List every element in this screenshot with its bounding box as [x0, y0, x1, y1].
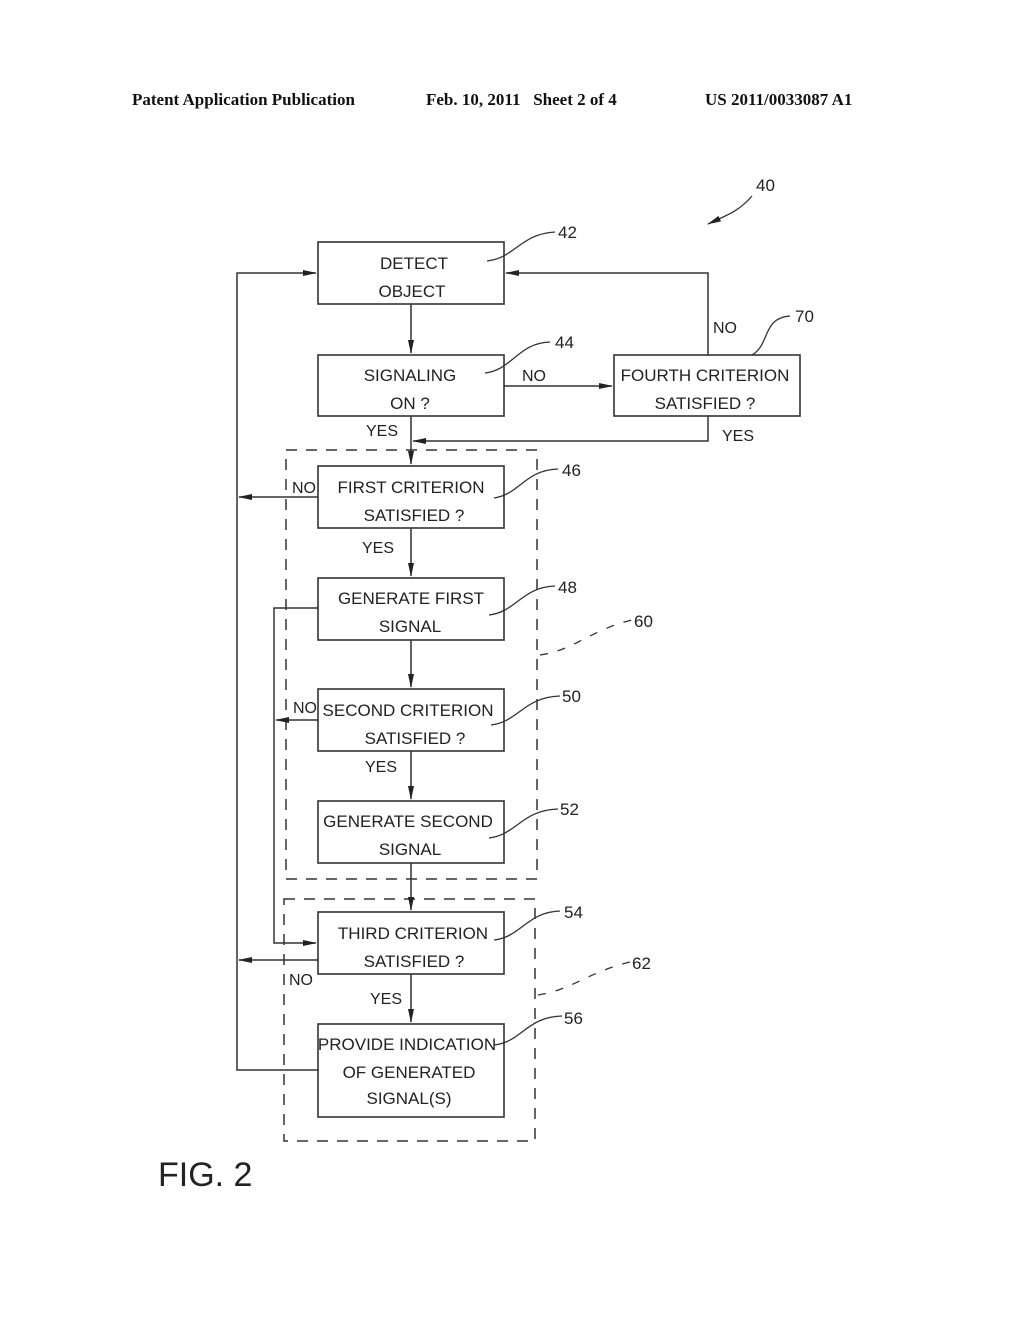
label-first-yes: YES [362, 540, 394, 557]
box-detect-object: DETECT OBJECT [317, 241, 505, 305]
figure-ref-40: 40 [756, 176, 775, 195]
box-generate-second-signal: GENERATE SECOND SIGNAL [317, 800, 505, 864]
ref-leader-70 [751, 315, 791, 356]
label-second-no: NO [293, 700, 317, 717]
box-text: SIGNAL(S) [366, 1089, 451, 1108]
ref-54: 54 [564, 903, 583, 922]
box-text: SATISFIED ? [364, 506, 465, 525]
box-first-criterion: FIRST CRITERION SATISFIED ? [317, 465, 505, 529]
label-fourth-yes: YES [722, 428, 754, 445]
ref-44: 44 [555, 333, 574, 352]
box-text: SECOND CRITERION [323, 701, 494, 720]
label-fourth-no: NO [713, 320, 737, 337]
ref-56: 56 [564, 1009, 583, 1028]
label-signaling-yes: YES [366, 423, 398, 440]
box-text: GENERATE SECOND [323, 812, 493, 831]
box-text: SIGNAL [379, 617, 441, 636]
ref-52: 52 [560, 800, 579, 819]
ref-46: 46 [562, 461, 581, 480]
ref-62: 62 [632, 954, 651, 973]
box-text: THIRD CRITERION [338, 924, 488, 943]
label-first-no: NO [292, 480, 316, 497]
box-third-criterion: THIRD CRITERION SATISFIED ? [317, 911, 505, 975]
ref-70: 70 [795, 307, 814, 326]
box-text: PROVIDE INDICATION [318, 1035, 496, 1054]
figure-label: FIG. 2 [158, 1156, 252, 1194]
ref-50: 50 [562, 687, 581, 706]
box-text: SATISFIED ? [365, 729, 466, 748]
fourth-yes-arrow [412, 416, 709, 444]
box-text: SIGNAL [379, 840, 441, 859]
box-text: SIGNALING [364, 366, 457, 385]
fourth-no-arrow [505, 270, 709, 355]
box-generate-first-signal: GENERATE FIRST SIGNAL [317, 577, 505, 641]
ref-leader-60 [539, 619, 633, 656]
box-text: SATISFIED ? [364, 952, 465, 971]
box-text: FIRST CRITERION [337, 478, 484, 497]
flowchart: 40 DETECT OBJECT SIGNALING ON ? FOURTH C… [158, 176, 814, 1194]
box-second-criterion: SECOND CRITERION SATISFIED ? [317, 688, 505, 752]
label-second-yes: YES [365, 759, 397, 776]
gen-first-to-third-line [273, 607, 318, 946]
box-text: OF GENERATED [343, 1063, 476, 1082]
box-provide-indication: PROVIDE INDICATION OF GENERATED SIGNAL(S… [317, 1023, 505, 1118]
return-loop-line [236, 270, 318, 1071]
box-text: SATISFIED ? [655, 394, 756, 413]
box-text: FOURTH CRITERION [621, 366, 790, 385]
label-third-yes: YES [370, 991, 402, 1008]
box-fourth-criterion: FOURTH CRITERION SATISFIED ? [613, 354, 801, 417]
box-text: DETECT [380, 254, 448, 273]
ref-48: 48 [558, 578, 577, 597]
box-text: ON ? [390, 394, 430, 413]
label-signaling-no: NO [522, 368, 546, 385]
figure-ref-arrow [707, 195, 753, 225]
box-signaling-on: SIGNALING ON ? [317, 354, 505, 417]
box-text: OBJECT [378, 282, 445, 301]
ref-42: 42 [558, 223, 577, 242]
ref-60: 60 [634, 612, 653, 631]
box-text: GENERATE FIRST [338, 589, 484, 608]
ref-leader-62 [537, 961, 631, 996]
label-third-no: NO [289, 972, 313, 989]
